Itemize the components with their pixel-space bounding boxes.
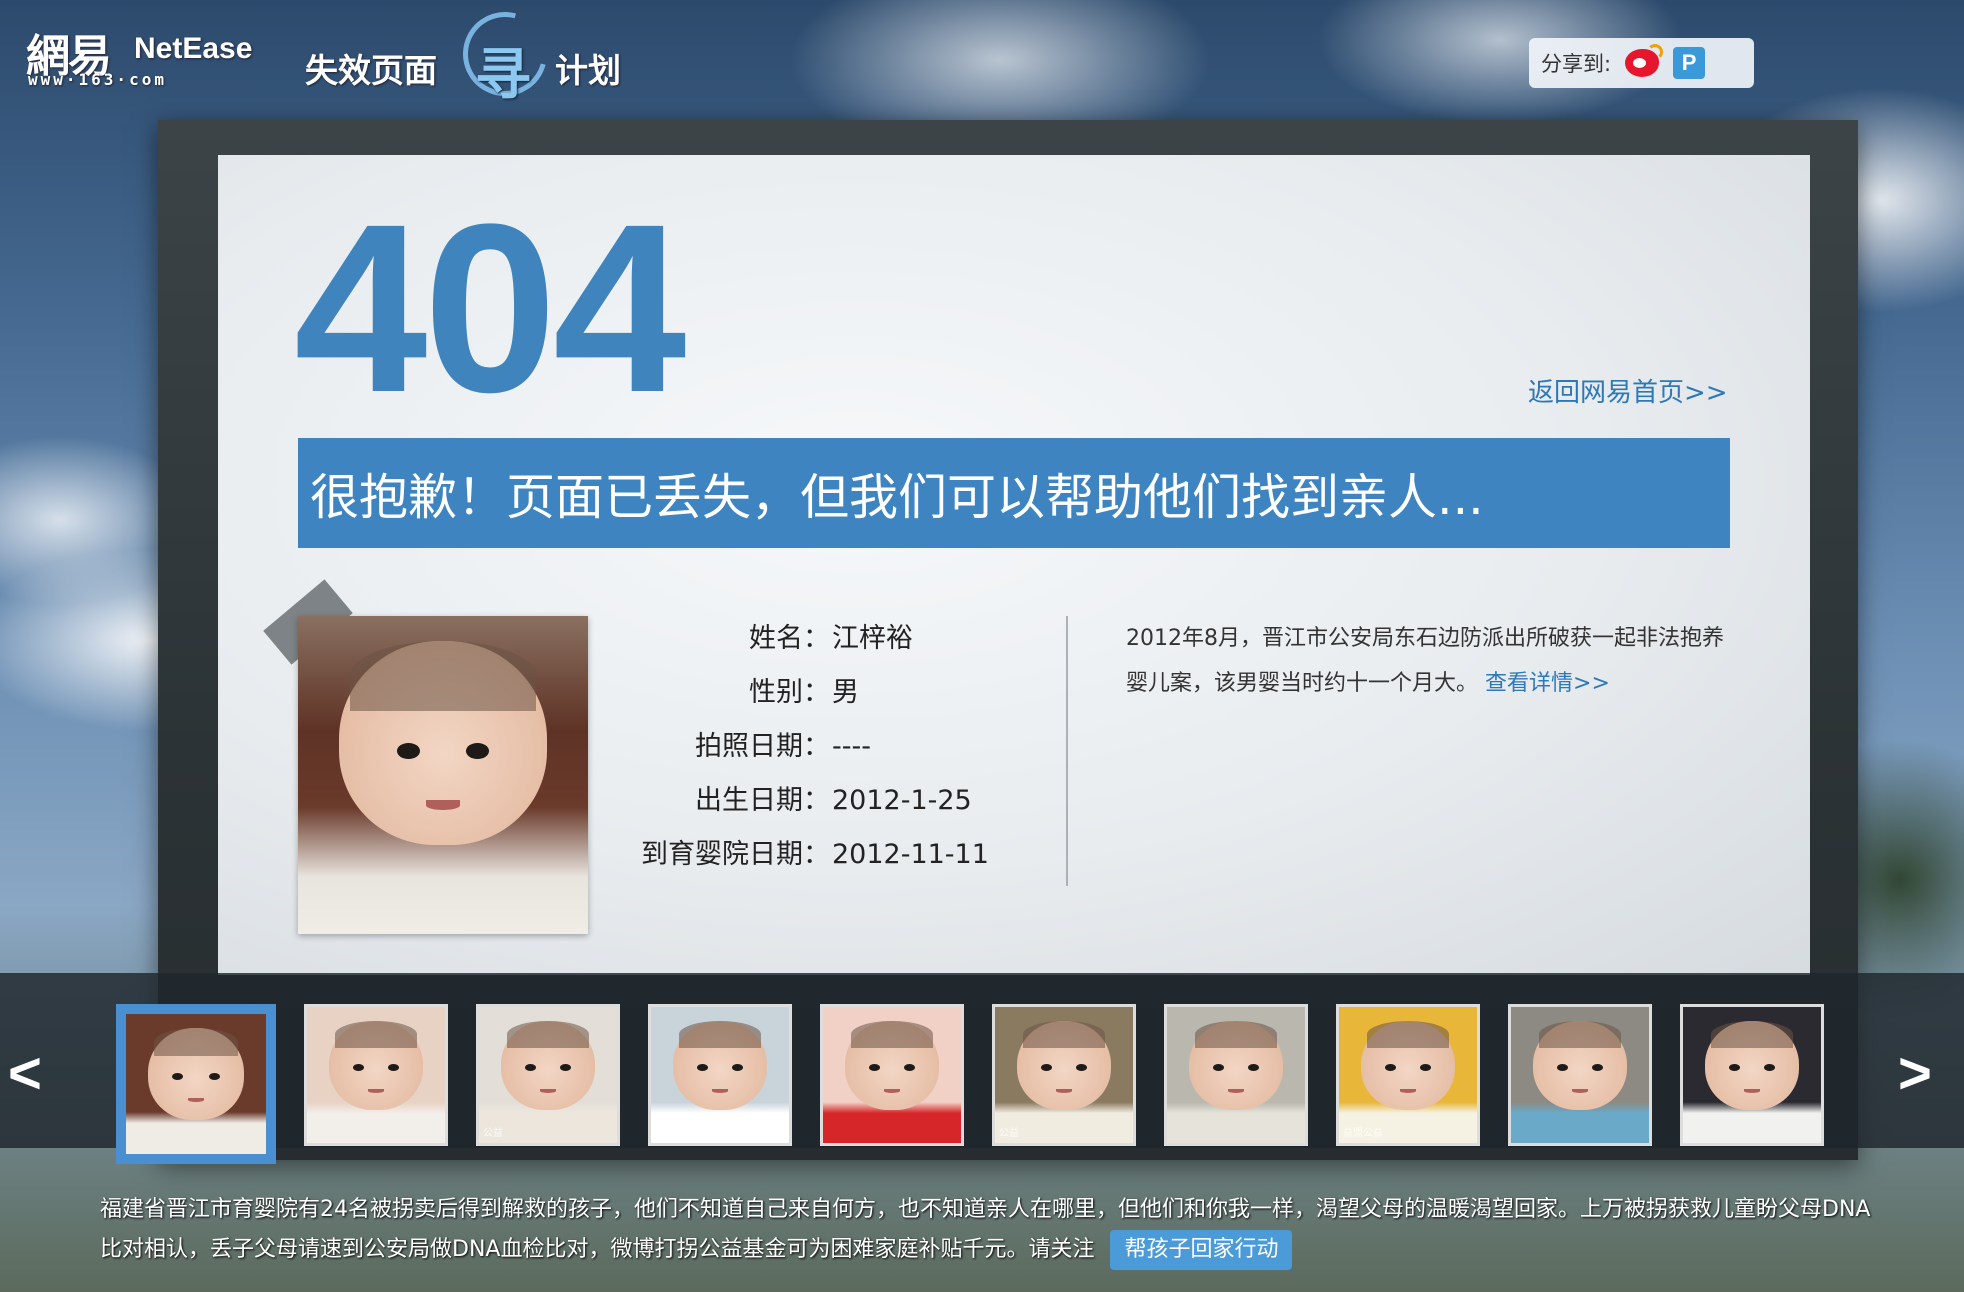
next-arrow-icon[interactable]: > — [1898, 1040, 1932, 1107]
baby-mouth — [1055, 1088, 1073, 1093]
baby-mouth — [1571, 1088, 1589, 1093]
info-label: 出生日期： — [695, 785, 830, 816]
story-text: 2012年8月，晋江市公安局东石边防派出所破获一起非法抱养婴儿案，该男婴当时约十… — [1126, 626, 1724, 696]
baby-hair — [334, 1020, 418, 1048]
baby-hair — [1194, 1020, 1278, 1048]
thumbnail-7[interactable] — [1164, 1004, 1308, 1146]
thumbnail-strip — [0, 973, 1964, 1148]
logo-english: NetEase — [134, 32, 253, 65]
footer-notice: 福建省晋江市育婴院有24名被拐卖后得到解救的孩子，他们不知道自己来自何方，也不知… — [100, 1190, 1880, 1270]
logo-url: www·163·com — [28, 70, 167, 89]
thumbnail-10[interactable] — [1680, 1004, 1824, 1146]
baby-face — [307, 1007, 445, 1143]
baby-face — [995, 1007, 1133, 1143]
thumbnail-3[interactable]: 公益 — [476, 1004, 620, 1146]
info-row-gender: 性别： 男 — [600, 670, 1020, 724]
baby-eye-left — [696, 1064, 708, 1071]
baby-eye-left — [1040, 1064, 1052, 1071]
baby-mouth — [1227, 1088, 1245, 1093]
info-value: 2012-1-25 — [832, 785, 972, 816]
info-row-birth-date: 出生日期： 2012-1-25 — [600, 778, 1020, 832]
baby-mouth — [711, 1088, 729, 1093]
baby-eye-left — [396, 743, 420, 760]
baby-mouth — [367, 1088, 385, 1093]
info-value: 2012-11-11 — [832, 839, 989, 870]
baby-hair — [678, 1020, 762, 1048]
baby-hair — [1022, 1020, 1106, 1048]
baby-face — [298, 616, 588, 934]
share-label: 分享到: — [1541, 52, 1612, 76]
thumbnail-watermark: 公益 — [999, 1128, 1019, 1139]
back-to-home-link[interactable]: 返回网易首页>> — [1528, 372, 1728, 409]
baby-eye-left — [868, 1064, 880, 1071]
footer-text: 福建省晋江市育婴院有24名被拐卖后得到解救的孩子，他们不知道自己来自何方，也不知… — [100, 1197, 1871, 1262]
thumbnail-8[interactable]: 益盟公益 — [1336, 1004, 1480, 1146]
baby-mouth — [425, 800, 461, 810]
baby-hair — [506, 1020, 590, 1048]
baby-eye-left — [1728, 1064, 1740, 1071]
help-children-home-button[interactable]: 帮孩子回家行动 — [1110, 1230, 1293, 1270]
info-row-photo-date: 拍照日期： ---- — [600, 724, 1020, 778]
baby-hair — [350, 641, 536, 712]
child-info: 姓名： 江梓裕 性别： 男 拍照日期： ---- 出生日期： 2012-1-25… — [600, 616, 1020, 886]
thumbnail-9[interactable] — [1508, 1004, 1652, 1146]
baby-eye-left — [1556, 1064, 1568, 1071]
baby-eye-left — [352, 1064, 364, 1071]
info-value: 男 — [832, 677, 859, 708]
baby-eye-left — [172, 1072, 184, 1080]
campaign-mark: 寻 — [475, 43, 531, 108]
share-bar: 分享到: P — [1529, 38, 1754, 88]
info-row-arrival-date: 到育婴院日期： 2012-11-11 — [600, 832, 1020, 886]
baby-face — [1339, 1007, 1477, 1143]
baby-eye-left — [1212, 1064, 1224, 1071]
thumbnail-watermark: 益盟公益 — [1343, 1128, 1383, 1139]
info-label: 到育婴院日期： — [641, 839, 830, 870]
info-row-name: 姓名： 江梓裕 — [600, 616, 1020, 670]
baby-hair — [1538, 1020, 1622, 1048]
baby-face — [1167, 1007, 1305, 1143]
apology-text: 很抱歉！页面已丢失，但我们可以帮助他们找到亲人... — [310, 468, 1484, 526]
baby-face — [1683, 1007, 1821, 1143]
campaign-title-prefix: 失效页面 — [305, 51, 437, 90]
baby-face — [823, 1007, 961, 1143]
baby-eye-left — [1384, 1064, 1396, 1071]
thumbnail-1[interactable] — [116, 1004, 276, 1164]
baby-face — [126, 1014, 266, 1154]
baby-eye-right — [208, 1072, 220, 1080]
prev-arrow-icon[interactable]: < — [8, 1040, 42, 1107]
thumbnail-5[interactable] — [820, 1004, 964, 1146]
baby-mouth — [1743, 1088, 1761, 1093]
weibo-icon[interactable] — [1625, 44, 1664, 77]
info-value: 江梓裕 — [832, 623, 913, 654]
baby-face — [1511, 1007, 1649, 1143]
baby-hair — [1710, 1020, 1794, 1048]
baby-mouth — [1399, 1088, 1417, 1093]
thumbnail-2[interactable] — [304, 1004, 448, 1146]
error-code: 404 — [294, 174, 686, 442]
baby-face — [651, 1007, 789, 1143]
info-label: 拍照日期： — [695, 731, 830, 762]
thumbnail-watermark: 公益 — [483, 1128, 503, 1139]
child-photo — [298, 616, 588, 934]
thumbnail-6[interactable]: 公益 — [992, 1004, 1136, 1146]
child-story: 2012年8月，晋江市公安局东石边防派出所破获一起非法抱养婴儿案，该男婴当时约十… — [1126, 616, 1726, 706]
baby-mouth — [883, 1088, 901, 1093]
campaign-title-suffix: 计划 — [555, 51, 621, 90]
qq-weibo-icon[interactable]: P — [1673, 47, 1706, 79]
baby-hair — [154, 1028, 238, 1056]
info-label: 性别： — [749, 677, 830, 708]
baby-face — [479, 1007, 617, 1143]
thumbnail-4[interactable] — [648, 1004, 792, 1146]
info-divider — [1066, 616, 1068, 886]
baby-hair — [850, 1020, 934, 1048]
baby-mouth — [539, 1088, 557, 1093]
view-details-link[interactable]: 查看详情>> — [1485, 671, 1610, 696]
info-value: ---- — [832, 731, 871, 762]
baby-hair — [1366, 1020, 1450, 1048]
baby-eye-left — [524, 1064, 536, 1071]
info-label: 姓名： — [749, 623, 830, 654]
apology-banner: 很抱歉！页面已丢失，但我们可以帮助他们找到亲人... — [298, 438, 1730, 548]
